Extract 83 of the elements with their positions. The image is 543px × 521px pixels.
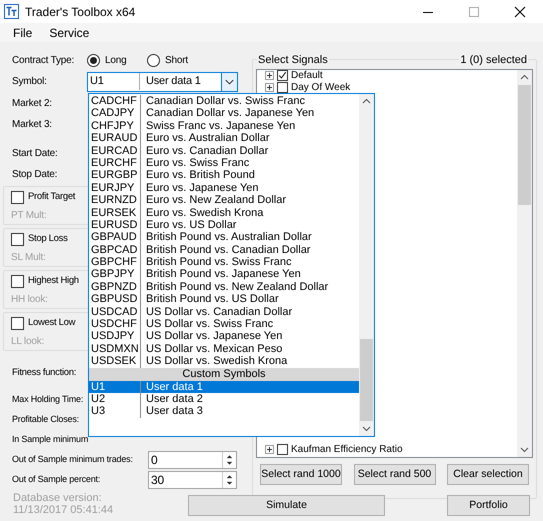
field-label: LL look:: [11, 335, 44, 349]
field-label: Market 2:: [12, 97, 52, 111]
app-icon: [4, 4, 19, 19]
field-label: HH look:: [11, 293, 48, 307]
field-label: Max Holding Time:: [12, 393, 84, 406]
list-item[interactable]: EURAUD Euro vs. Australian Dollar: [89, 132, 359, 145]
list-item[interactable]: EURSEK Euro vs. Swedish Krona: [89, 206, 359, 219]
push-button[interactable]: Select rand 1000: [260, 464, 342, 485]
field-label: SL Mult:: [11, 251, 46, 265]
list-header: Custom Symbols: [89, 368, 359, 381]
list-item[interactable]: GBPNZD British Pound vs. New Zealand Dollar: [89, 280, 359, 294]
tree-item[interactable]: Day Of Week: [291, 82, 350, 93]
field-label: Profitable Closes:: [12, 413, 79, 426]
list-item[interactable]: CHFJPY Swiss Franc vs. Japanese Yen: [89, 120, 359, 132]
checkbox[interactable]: [277, 444, 288, 455]
list-item[interactable]: EURCHF Euro vs. Swiss Franc: [89, 156, 359, 170]
checkbox[interactable]: [277, 82, 288, 93]
checkbox-label[interactable]: Profit Target: [28, 190, 76, 204]
field-label: Start Date:: [12, 147, 58, 161]
database-label: Database version:: [13, 492, 103, 504]
push-button[interactable]: Simulate: [188, 495, 385, 516]
expand-icon[interactable]: [265, 82, 274, 92]
checkbox-label[interactable]: Stop Loss: [28, 232, 68, 246]
field-label: Contract Type:: [12, 54, 76, 68]
list-item[interactable]: EURGBP Euro vs. British Pound: [89, 169, 359, 182]
scrollbar[interactable]: [359, 94, 374, 436]
group-title: Select Signals: [257, 52, 329, 68]
list-item[interactable]: GBPAUD British Pound vs. Australian Dollar: [89, 231, 359, 244]
tree-item[interactable]: Default: [291, 70, 323, 82]
list-item[interactable]: GBPCHF British Pound vs. Swiss Franc: [89, 256, 359, 268]
list-item[interactable]: USDMXN US Dollar vs. Mexican Peso: [89, 342, 359, 356]
field-label: In Sample minimum: [12, 433, 88, 446]
list-item[interactable]: USDJPY US Dollar vs. Japanese Yen: [89, 330, 359, 343]
symbol-combo-box[interactable]: U1 User data 1: [87, 72, 238, 92]
tree-item[interactable]: Kaufman Efficiency Ratio: [291, 444, 403, 455]
push-button[interactable]: Portfolio: [447, 495, 530, 516]
menu-item[interactable]: File: [13, 24, 32, 42]
list-item[interactable]: U3 User data 3: [89, 405, 359, 418]
number-field[interactable]: 30: [148, 471, 237, 489]
push-button[interactable]: Clear selection: [447, 464, 529, 485]
checkbox[interactable]: [277, 70, 288, 82]
push-button[interactable]: Select rand 500: [354, 464, 436, 485]
list-item[interactable]: EURNZD Euro vs. New Zealand Dollar: [89, 194, 359, 207]
list-item[interactable]: U1 User data 1: [89, 380, 359, 393]
list-item[interactable]: USDCAD US Dollar vs. Canadian Dollar: [89, 306, 359, 318]
field-label: Symbol:: [12, 75, 48, 89]
menu-item[interactable]: Service: [49, 24, 90, 42]
list-item[interactable]: GBPCAD British Pound vs. Canadian Dollar: [89, 244, 359, 256]
list-item[interactable]: EURCAD Euro vs. Canadian Dollar: [89, 144, 359, 157]
chevron-down-icon[interactable]: [221, 72, 237, 90]
checkbox[interactable]: [11, 232, 24, 246]
database-date: 11/13/2017 05:41:44: [13, 504, 114, 516]
checkbox-label[interactable]: Lowest Low: [28, 316, 76, 330]
checkbox[interactable]: [11, 274, 24, 288]
radio-label[interactable]: Long: [105, 52, 126, 68]
list-item[interactable]: EURUSD Euro vs. US Dollar: [89, 218, 359, 232]
field-label: Out of Sample minimum trades:: [12, 453, 133, 466]
selection-count: 1 (0) selected: [459, 52, 528, 68]
checkbox[interactable]: [11, 316, 24, 330]
field-label: Out of Sample percent:: [12, 473, 100, 486]
field-label: PT Mult:: [11, 209, 46, 223]
list-item[interactable]: USDCHF US Dollar vs. Swiss Franc: [89, 318, 359, 330]
checkbox[interactable]: [11, 190, 24, 204]
radio-button[interactable]: [87, 54, 100, 66]
field-label: Stop Date:: [12, 168, 58, 182]
list-item[interactable]: EURJPY Euro vs. Japanese Yen: [89, 182, 359, 194]
number-field[interactable]: 0: [148, 451, 237, 469]
radio-button[interactable]: [147, 54, 160, 66]
list-item[interactable]: CADCHF Canadian Dollar vs. Swiss Franc: [89, 95, 359, 108]
list-item[interactable]: GBPJPY British Pound vs. Japanese Yen: [89, 268, 359, 281]
expand-icon[interactable]: [265, 444, 274, 454]
list-item[interactable]: GBPUSD British Pound vs. US Dollar: [89, 293, 359, 306]
window-title: Trader's Toolbox x64: [25, 4, 136, 20]
list-item[interactable]: U2 User data 2: [89, 392, 359, 406]
scroll-thumb[interactable]: [518, 85, 531, 205]
radio-label[interactable]: Short: [165, 52, 188, 68]
list-item[interactable]: CADJPY Canadian Dollar vs. Japanese Yen: [89, 107, 359, 120]
checkbox-label[interactable]: Highest High: [28, 274, 79, 288]
field-label: Market 3:: [12, 118, 52, 132]
scroll-thumb[interactable]: [360, 339, 373, 421]
expand-icon[interactable]: [265, 71, 274, 80]
scrollbar[interactable]: [517, 70, 532, 457]
field-label: Fitness function:: [12, 366, 76, 380]
